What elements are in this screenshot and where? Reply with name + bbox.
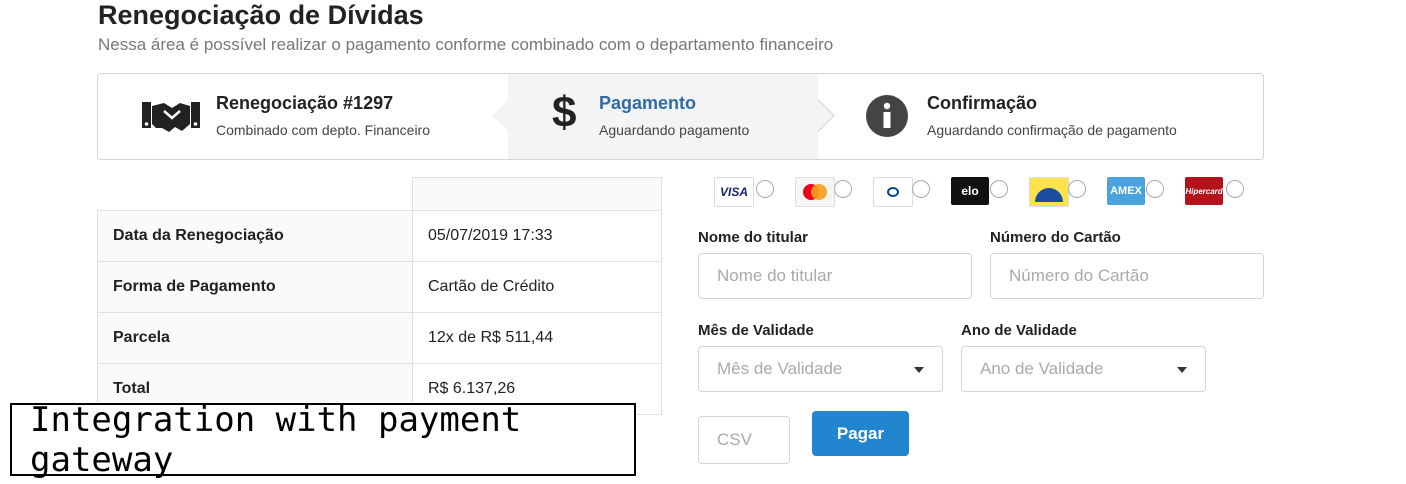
page-title: Renegociação de Dívidas: [98, 0, 424, 30]
step-title: Confirmação: [927, 93, 1038, 113]
dollar-icon: $: [552, 88, 577, 137]
month-label: Mês de Validade: [698, 322, 814, 339]
table-row: Data da Renegociação 05/07/2019 17:33: [97, 210, 662, 262]
caption-overlay: Integration with payment gateway: [10, 400, 636, 480]
row-label: Data da Renegociação: [97, 210, 413, 262]
steps-bar: Renegociação #1297 Combinado com depto. …: [97, 73, 1264, 160]
row-label: Forma de Pagamento: [97, 261, 413, 313]
header-cell: [412, 177, 662, 211]
handshake-icon: [142, 102, 200, 132]
aura-logo-icon: [1029, 177, 1069, 207]
step-pagamento[interactable]: $ Pagamento Aguardando pagamento: [508, 74, 818, 159]
mastercard-logo-icon: [795, 177, 835, 207]
row-label: Parcela: [97, 312, 413, 364]
card-number-input[interactable]: Número do Cartão: [990, 253, 1264, 299]
table-row: Forma de Pagamento Cartão de Crédito: [97, 261, 662, 313]
aura-radio[interactable]: [1068, 180, 1086, 198]
holder-input[interactable]: Nome do titular: [698, 253, 972, 299]
step-confirmacao[interactable]: Confirmação Aguardando confirmação de pa…: [818, 74, 1263, 159]
diners-radio[interactable]: [912, 180, 930, 198]
step-title: Renegociação #1297: [216, 93, 394, 113]
month-select-value: Mês de Validade: [717, 359, 843, 378]
info-icon: [866, 95, 908, 137]
year-select[interactable]: Ano de Validade: [961, 346, 1206, 392]
elo-radio[interactable]: [990, 180, 1008, 198]
step-desc: Aguardando pagamento: [599, 122, 750, 138]
visa-radio[interactable]: [756, 180, 774, 198]
month-select[interactable]: Mês de Validade: [698, 346, 943, 392]
step-desc: Aguardando confirmação de pagamento: [927, 122, 1177, 138]
row-value: 05/07/2019 17:33: [412, 210, 662, 262]
step-title: Pagamento: [599, 93, 697, 113]
amex-radio[interactable]: [1146, 180, 1164, 198]
year-select-value: Ano de Validade: [980, 359, 1104, 378]
visa-logo-icon: VISA: [714, 177, 754, 207]
step-renegociacao[interactable]: Renegociação #1297 Combinado com depto. …: [98, 74, 508, 159]
year-label: Ano de Validade: [961, 322, 1077, 339]
mastercard-radio[interactable]: [834, 180, 852, 198]
table-header-row: [97, 177, 662, 211]
diners-logo-icon: [873, 177, 913, 207]
summary-table: Data da Renegociação 05/07/2019 17:33 Fo…: [97, 177, 662, 415]
elo-logo-icon: elo: [951, 177, 989, 205]
table-row: Parcela 12x de R$ 511,44: [97, 312, 662, 364]
csv-input[interactable]: CSV: [698, 416, 790, 464]
row-value: Cartão de Crédito: [412, 261, 662, 313]
hipercard-radio[interactable]: [1226, 180, 1244, 198]
step-desc: Combinado com depto. Financeiro: [216, 122, 431, 138]
hipercard-logo-icon: Hipercard: [1185, 177, 1223, 205]
row-value: 12x de R$ 511,44: [412, 312, 662, 364]
header-empty-cell: [97, 177, 413, 211]
chevron-down-icon: [1177, 367, 1187, 373]
page-subtitle: Nessa área é possível realizar o pagamen…: [98, 35, 834, 54]
pay-button[interactable]: Pagar: [812, 411, 909, 456]
card-number-label: Número do Cartão: [990, 229, 1121, 246]
amex-logo-icon: AMEX: [1107, 177, 1145, 205]
chevron-down-icon: [914, 367, 924, 373]
holder-label: Nome do titular: [698, 229, 809, 246]
